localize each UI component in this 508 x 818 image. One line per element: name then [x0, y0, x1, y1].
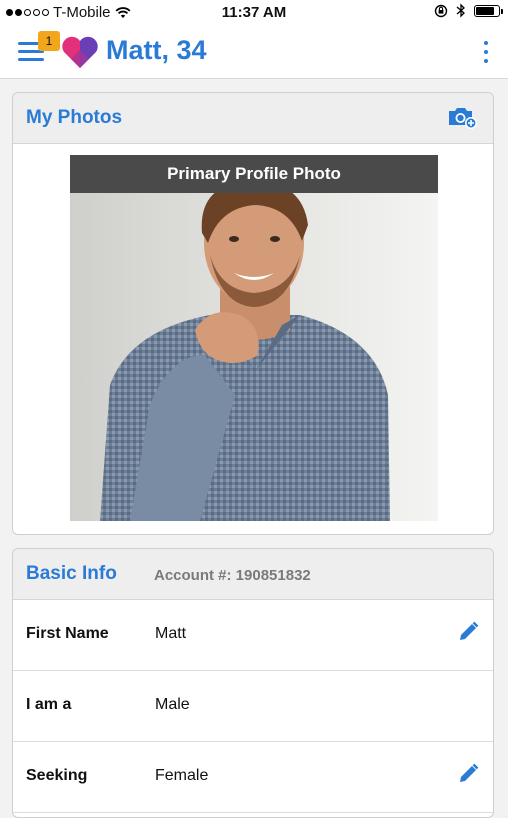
- photos-card-header: My Photos: [13, 93, 493, 144]
- battery-icon: [474, 4, 503, 17]
- lock-rotation-icon: [434, 4, 448, 17]
- row-value: Matt: [155, 625, 187, 642]
- add-photo-camera-icon[interactable]: [447, 105, 477, 129]
- edit-pencil-icon[interactable]: [457, 621, 479, 643]
- basic-info-header: Basic Info Account #: 190851832: [13, 549, 493, 600]
- photos-title: My Photos: [26, 107, 123, 128]
- basic-info-card: Basic Info Account #: 190851832 First Na…: [12, 548, 494, 818]
- page-title: Matt, 34: [106, 35, 207, 65]
- app-logo-icon: [62, 36, 98, 68]
- basic-info-title: Basic Info: [26, 563, 117, 584]
- info-row-seeking: Seeking Female: [13, 742, 493, 813]
- photos-card: My Photos Primary Profile Photo: [12, 92, 494, 535]
- row-label: I am a: [26, 696, 72, 713]
- info-row-first-name: First Name Matt: [13, 600, 493, 671]
- status-right: [434, 3, 503, 18]
- row-label: Seeking: [26, 767, 88, 784]
- app-header: 1 Matt, 34: [0, 26, 508, 79]
- battery-fill: [476, 6, 494, 15]
- row-value: Male: [155, 696, 190, 713]
- bluetooth-icon: [456, 3, 465, 18]
- info-row-gender: I am a Male: [13, 671, 493, 742]
- edit-pencil-icon[interactable]: [457, 763, 479, 785]
- status-bar: T-Mobile 11:37 AM: [0, 0, 508, 26]
- row-value: Female: [155, 767, 209, 784]
- more-options-icon[interactable]: [484, 41, 490, 63]
- primary-photo-label: Primary Profile Photo: [70, 155, 438, 193]
- notification-badge[interactable]: 1: [38, 31, 60, 51]
- primary-profile-photo[interactable]: Primary Profile Photo: [70, 155, 438, 521]
- clock: 11:37 AM: [221, 4, 287, 21]
- row-label: First Name: [26, 625, 109, 642]
- profile-photo-image: [70, 155, 438, 521]
- account-number: Account #: 190851832: [154, 567, 311, 584]
